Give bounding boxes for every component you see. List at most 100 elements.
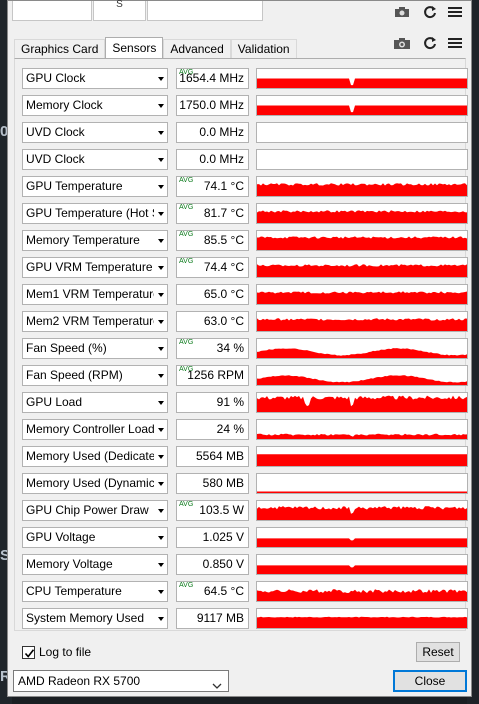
sensor-name-dropdown[interactable]: System Memory Used	[22, 608, 168, 629]
sensor-name-dropdown[interactable]: GPU Temperature	[22, 176, 168, 197]
top-toolbar: S	[8, 0, 471, 50]
sensor-value-text: 65.0 °C	[203, 287, 244, 301]
dropdown-arrow-icon	[158, 158, 164, 162]
sensor-name-dropdown[interactable]: Mem2 VRM Temperature	[22, 311, 168, 332]
sensor-name: Memory Controller Load	[26, 422, 154, 436]
sensor-row: UVD Clock 0.0 MHz	[22, 149, 468, 170]
dropdown-arrow-icon	[158, 77, 164, 81]
top-field[interactable]: S	[93, 0, 146, 21]
dropdown-arrow-icon	[158, 266, 164, 270]
sensor-value: 65.0 °C	[176, 284, 249, 305]
tab-bar: Graphics Card Sensors Advanced Validatio…	[14, 37, 297, 58]
sensor-graph-plot	[257, 375, 467, 385]
sensor-value-text: 74.1 °C	[203, 179, 244, 193]
sensor-name: UVD Clock	[26, 125, 85, 139]
log-to-file-toggle[interactable]: Log to file	[22, 644, 91, 660]
sensor-name-dropdown[interactable]: GPU VRM Temperature	[22, 257, 168, 278]
sensor-value: 0.850 V	[176, 554, 249, 575]
sensor-name-dropdown[interactable]: Mem1 VRM Temperature	[22, 284, 168, 305]
sensor-name-dropdown[interactable]: Memory Used (Dynamic)	[22, 473, 168, 494]
gpuz-window: S Graphics Card Sensors Advanced Validat…	[7, 0, 472, 697]
camera-icon[interactable]	[392, 34, 412, 52]
sensor-name: UVD Clock	[26, 152, 85, 166]
sensor-row: Mem1 VRM Temperature 65.0 °C	[22, 284, 468, 305]
dropdown-arrow-icon	[158, 374, 164, 378]
sensor-value: AVG 74.4 °C	[176, 257, 249, 278]
sensor-graph-plot	[257, 264, 467, 277]
sensor-graph	[256, 230, 468, 251]
sensor-name-dropdown[interactable]: GPU Voltage	[22, 527, 168, 548]
sensor-name-dropdown[interactable]: UVD Clock	[22, 122, 168, 143]
sensor-value: 1.025 V	[176, 527, 249, 548]
sensor-name-dropdown[interactable]: Memory Controller Load	[22, 419, 168, 440]
sensor-value: AVG 85.5 °C	[176, 230, 249, 251]
camera-icon[interactable]	[392, 3, 412, 21]
menu-icon[interactable]	[445, 34, 465, 52]
sensor-value: 63.0 °C	[176, 311, 249, 332]
sensor-value-text: 1.025 V	[202, 530, 244, 544]
refresh-icon[interactable]	[420, 34, 440, 52]
tab-advanced[interactable]: Advanced	[163, 39, 231, 58]
sensor-name: System Memory Used	[26, 611, 145, 625]
sensor-graph-area	[257, 565, 467, 574]
dropdown-arrow-icon	[158, 320, 164, 324]
sensor-name-dropdown[interactable]: UVD Clock	[22, 149, 168, 170]
sensor-name: GPU VRM Temperature	[26, 260, 153, 274]
sensor-name-dropdown[interactable]: GPU Chip Power Draw	[22, 500, 168, 521]
close-button[interactable]: Close	[393, 670, 467, 692]
sensor-graph	[256, 284, 468, 305]
tab-graphics-card[interactable]: Graphics Card	[14, 39, 106, 58]
sensor-name-dropdown[interactable]: GPU Temperature (Hot Spot)	[22, 203, 168, 224]
gpu-select[interactable]: AMD Radeon RX 5700	[13, 670, 229, 692]
tab-validation[interactable]: Validation	[230, 39, 297, 58]
sensor-value-text: 24 %	[216, 422, 244, 436]
dropdown-arrow-icon	[158, 239, 164, 243]
top-field[interactable]	[12, 1, 92, 21]
sensor-graph	[256, 68, 468, 89]
sensor-value: AVG 103.5 W	[176, 500, 249, 521]
sensor-row: GPU Temperature AVG 74.1 °C	[22, 176, 468, 197]
tab-sensors[interactable]: Sensors	[105, 37, 164, 58]
sensor-graph-plot	[257, 491, 467, 493]
sensor-value: AVG 1256 RPM	[176, 365, 249, 386]
chevron-down-icon	[212, 676, 222, 696]
sensor-value: 580 MB	[176, 473, 249, 494]
refresh-icon[interactable]	[420, 3, 440, 21]
sensor-graph-area	[257, 454, 467, 466]
avg-indicator: AVG	[179, 177, 194, 184]
sensor-graph-area	[257, 183, 467, 196]
sensor-value: AVG 64.5 °C	[176, 581, 249, 602]
avg-indicator: AVG	[179, 366, 194, 373]
sensor-name: GPU Load	[26, 395, 83, 409]
sensor-graph	[256, 608, 468, 629]
sensor-graph	[256, 554, 468, 575]
sensor-graph-plot	[257, 506, 467, 520]
sensor-name: Memory Clock	[26, 98, 103, 112]
sensor-name-dropdown[interactable]: Memory Used (Dedicated)	[22, 446, 168, 467]
sensor-value-text: 34 %	[216, 341, 244, 355]
dropdown-arrow-icon	[158, 131, 164, 135]
sensor-value: AVG 74.1 °C	[176, 176, 249, 197]
reset-button[interactable]: Reset	[416, 642, 460, 662]
sensor-name-dropdown[interactable]: GPU Clock	[22, 68, 168, 89]
sensor-name-dropdown[interactable]: Fan Speed (RPM)	[22, 365, 168, 386]
menu-icon[interactable]	[445, 3, 465, 21]
sensor-value-text: 64.5 °C	[203, 584, 244, 598]
sensor-name-dropdown[interactable]: GPU Load	[22, 392, 168, 413]
sensor-graph	[256, 257, 468, 278]
sensor-name-dropdown[interactable]: Memory Temperature	[22, 230, 168, 251]
sensor-value-text: 1750.0 MHz	[179, 98, 244, 112]
sensor-graph	[256, 311, 468, 332]
sensor-graph-area	[257, 491, 467, 493]
top-field[interactable]	[147, 1, 263, 21]
sensor-graph-area	[257, 395, 467, 412]
sensor-graph-plot	[257, 616, 467, 628]
sensor-name-dropdown[interactable]: CPU Temperature	[22, 581, 168, 602]
sensor-name: CPU Temperature	[26, 584, 122, 598]
log-to-file-checkbox[interactable]	[22, 645, 35, 659]
sensor-name-dropdown[interactable]: Memory Voltage	[22, 554, 168, 575]
sensor-graph	[256, 446, 468, 467]
sensor-name-dropdown[interactable]: Memory Clock	[22, 95, 168, 116]
sensor-name-dropdown[interactable]: Fan Speed (%)	[22, 338, 168, 359]
dropdown-arrow-icon	[158, 509, 164, 513]
